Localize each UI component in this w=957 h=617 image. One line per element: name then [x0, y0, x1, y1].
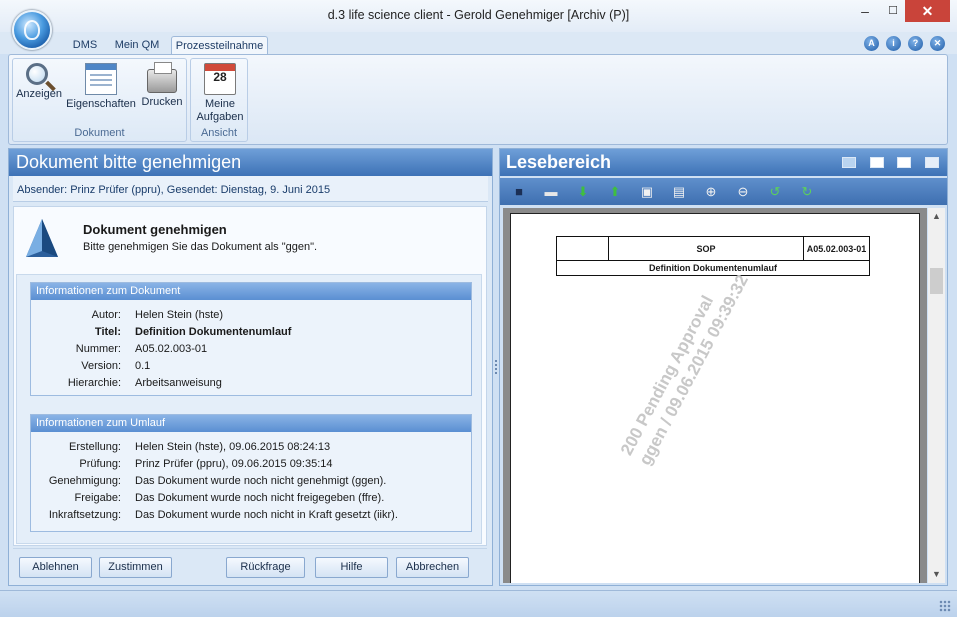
close-pane-icon[interactable]	[925, 157, 939, 168]
reading-pane-header: Lesebereich	[500, 149, 947, 176]
ribbon: Anzeigen Eigenschaften Drucken Dokument …	[8, 54, 948, 145]
printer-icon	[147, 62, 177, 93]
viewer-scrollbar[interactable]: ▲ ▼	[928, 208, 945, 583]
arrow-up-icon[interactable]: ⬆	[607, 184, 623, 200]
close-ribbon-icon[interactable]: ✕	[930, 36, 945, 51]
action-bar: Ablehnen Zustimmen Rückfrage Hilfe Abbre…	[13, 548, 487, 582]
account-icon[interactable]: A	[864, 36, 879, 51]
ribbon-group-label-ansicht: Ansicht	[200, 127, 238, 139]
app-menu-orb-icon[interactable]	[12, 10, 52, 50]
resize-grip-icon[interactable]	[939, 600, 951, 612]
info-area: Informationen zum Dokument Autor: Helen S…	[16, 274, 482, 544]
reading-pane: Lesebereich ■ ▬ ⬇ ⬆ ▣ ▤ ⊕ ⊖ ↺ ↻ SOP A05.…	[499, 148, 948, 586]
drucken-button[interactable]: Drucken	[140, 61, 184, 108]
rotate-right-icon[interactable]: ↻	[799, 184, 815, 200]
scroll-down-icon[interactable]: ▼	[928, 566, 945, 583]
viewer-toolbar: ■ ▬ ⬇ ⬆ ▣ ▤ ⊕ ⊖ ↺ ↻	[500, 178, 947, 205]
circulation-info-header: Informationen zum Umlauf	[31, 415, 471, 432]
ribbon-tab-bar: DMS Mein QM Prozessteilnahme A i ? ✕	[0, 32, 957, 54]
calendar-icon: 28	[204, 63, 236, 95]
properties-icon	[85, 63, 117, 95]
ribbon-group-label-dokument: Dokument	[74, 127, 125, 139]
tab-mein-qm[interactable]: Mein QM	[110, 36, 164, 54]
fit-page-icon[interactable]: ▣	[639, 184, 655, 200]
hilfe-button[interactable]: Hilfe	[315, 557, 388, 578]
close-button[interactable]: ✕	[905, 0, 950, 22]
task-details: Dokument genehmigen Bitte genehmigen Sie…	[13, 206, 487, 546]
reading-pane-title: Lesebereich	[506, 152, 612, 172]
ribbon-group-ansicht: 28 Meine Aufgaben Ansicht	[190, 58, 248, 142]
document-info-box: Informationen zum Dokument Autor: Helen S…	[30, 282, 472, 396]
rotate-left-icon[interactable]: ↺	[767, 184, 783, 200]
tab-prozessteilnahme[interactable]: Prozessteilnahme	[171, 36, 268, 54]
task-title: Dokument genehmigen	[83, 222, 227, 237]
anzeigen-label: Anzeigen	[16, 88, 62, 100]
magnifier-icon	[26, 63, 48, 85]
eigenschaften-label: Eigenschaften	[66, 98, 136, 110]
info-icon[interactable]: i	[886, 36, 901, 51]
layout-split-icon[interactable]	[870, 157, 884, 168]
abbrechen-button[interactable]: Abbrechen	[396, 557, 469, 578]
calendar-day: 28	[213, 70, 227, 84]
logo-cell	[556, 236, 609, 261]
layout-right-icon[interactable]	[897, 157, 911, 168]
drucken-label: Drucken	[141, 96, 183, 108]
app-logo-icon	[24, 20, 40, 40]
meine-aufgaben-button[interactable]: 28 Meine Aufgaben	[194, 61, 246, 124]
document-viewer[interactable]: SOP A05.02.003-01 Definition Dokumentenu…	[503, 208, 927, 583]
meine-aufgaben-label: Meine Aufgaben	[196, 98, 244, 123]
status-bar	[0, 590, 957, 617]
title-bar: d.3 life science client - Gerold Genehmi…	[0, 0, 957, 32]
zoom-in-icon[interactable]: ⊕	[703, 184, 719, 200]
doc-number-cell: A05.02.003-01	[803, 236, 870, 261]
scroll-up-icon[interactable]: ▲	[928, 208, 945, 225]
anzeigen-button[interactable]: Anzeigen	[16, 61, 62, 100]
maximize-button[interactable]: ☐	[880, 0, 906, 22]
rueckfrage-button[interactable]: Rückfrage	[226, 557, 305, 578]
scroll-thumb[interactable]	[930, 268, 943, 294]
task-subtitle: Bitte genehmigen Sie das Dokument als "g…	[83, 241, 318, 253]
arrow-down-icon[interactable]: ⬇	[575, 184, 591, 200]
layout-single-icon[interactable]	[842, 157, 856, 168]
eigenschaften-button[interactable]: Eigenschaften	[65, 61, 137, 110]
zustimmen-button[interactable]: Zustimmen	[99, 557, 172, 578]
help-icon[interactable]: ?	[908, 36, 923, 51]
document-info-header: Informationen zum Dokument	[31, 283, 471, 300]
print-icon[interactable]: ▬	[543, 184, 559, 200]
document-page: SOP A05.02.003-01 Definition Dokumentenu…	[510, 213, 920, 583]
circulation-info-box: Informationen zum Umlauf Erstellung: Hele…	[30, 414, 472, 532]
approval-pane-title: Dokument bitte genehmigen	[9, 149, 492, 176]
save-icon[interactable]: ■	[511, 184, 527, 200]
fit-width-icon[interactable]: ▤	[671, 184, 687, 200]
ablehnen-button[interactable]: Ablehnen	[19, 557, 92, 578]
pyramid-task-icon	[26, 219, 58, 257]
window-title: d.3 life science client - Gerold Genehmi…	[327, 8, 630, 22]
sender-info: Absender: Prinz Prüfer (ppru), Gesendet:…	[13, 176, 488, 202]
ribbon-group-dokument: Anzeigen Eigenschaften Drucken Dokument	[12, 58, 187, 142]
minimize-button[interactable]: –	[852, 0, 878, 22]
approval-pane: Dokument bitte genehmigen Absender: Prin…	[8, 148, 493, 586]
tab-dms[interactable]: DMS	[68, 36, 102, 54]
zoom-out-icon[interactable]: ⊖	[735, 184, 751, 200]
